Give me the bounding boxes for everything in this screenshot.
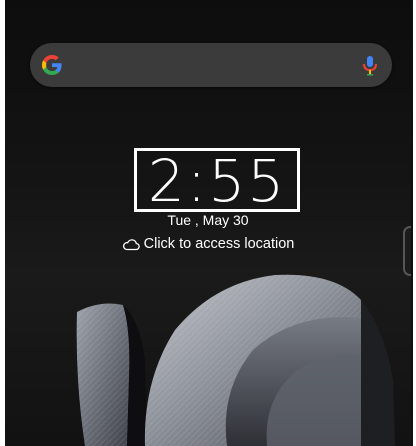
location-prompt[interactable]: Click to access location: [5, 236, 411, 252]
cloud-icon: [122, 239, 140, 251]
clock-time: 2:55: [147, 147, 287, 215]
location-text: Click to access location: [143, 236, 295, 252]
clock-date[interactable]: Tue , May 30: [5, 212, 411, 228]
home-screen: 2:55 Tue , May 30 Click to access locati…: [5, 0, 413, 446]
microphone-icon[interactable]: [356, 51, 384, 79]
google-search-bar[interactable]: [30, 43, 392, 87]
google-g-icon: [42, 55, 62, 75]
clock-widget[interactable]: 2:55: [134, 147, 300, 215]
edge-panel-handle[interactable]: [403, 226, 411, 276]
